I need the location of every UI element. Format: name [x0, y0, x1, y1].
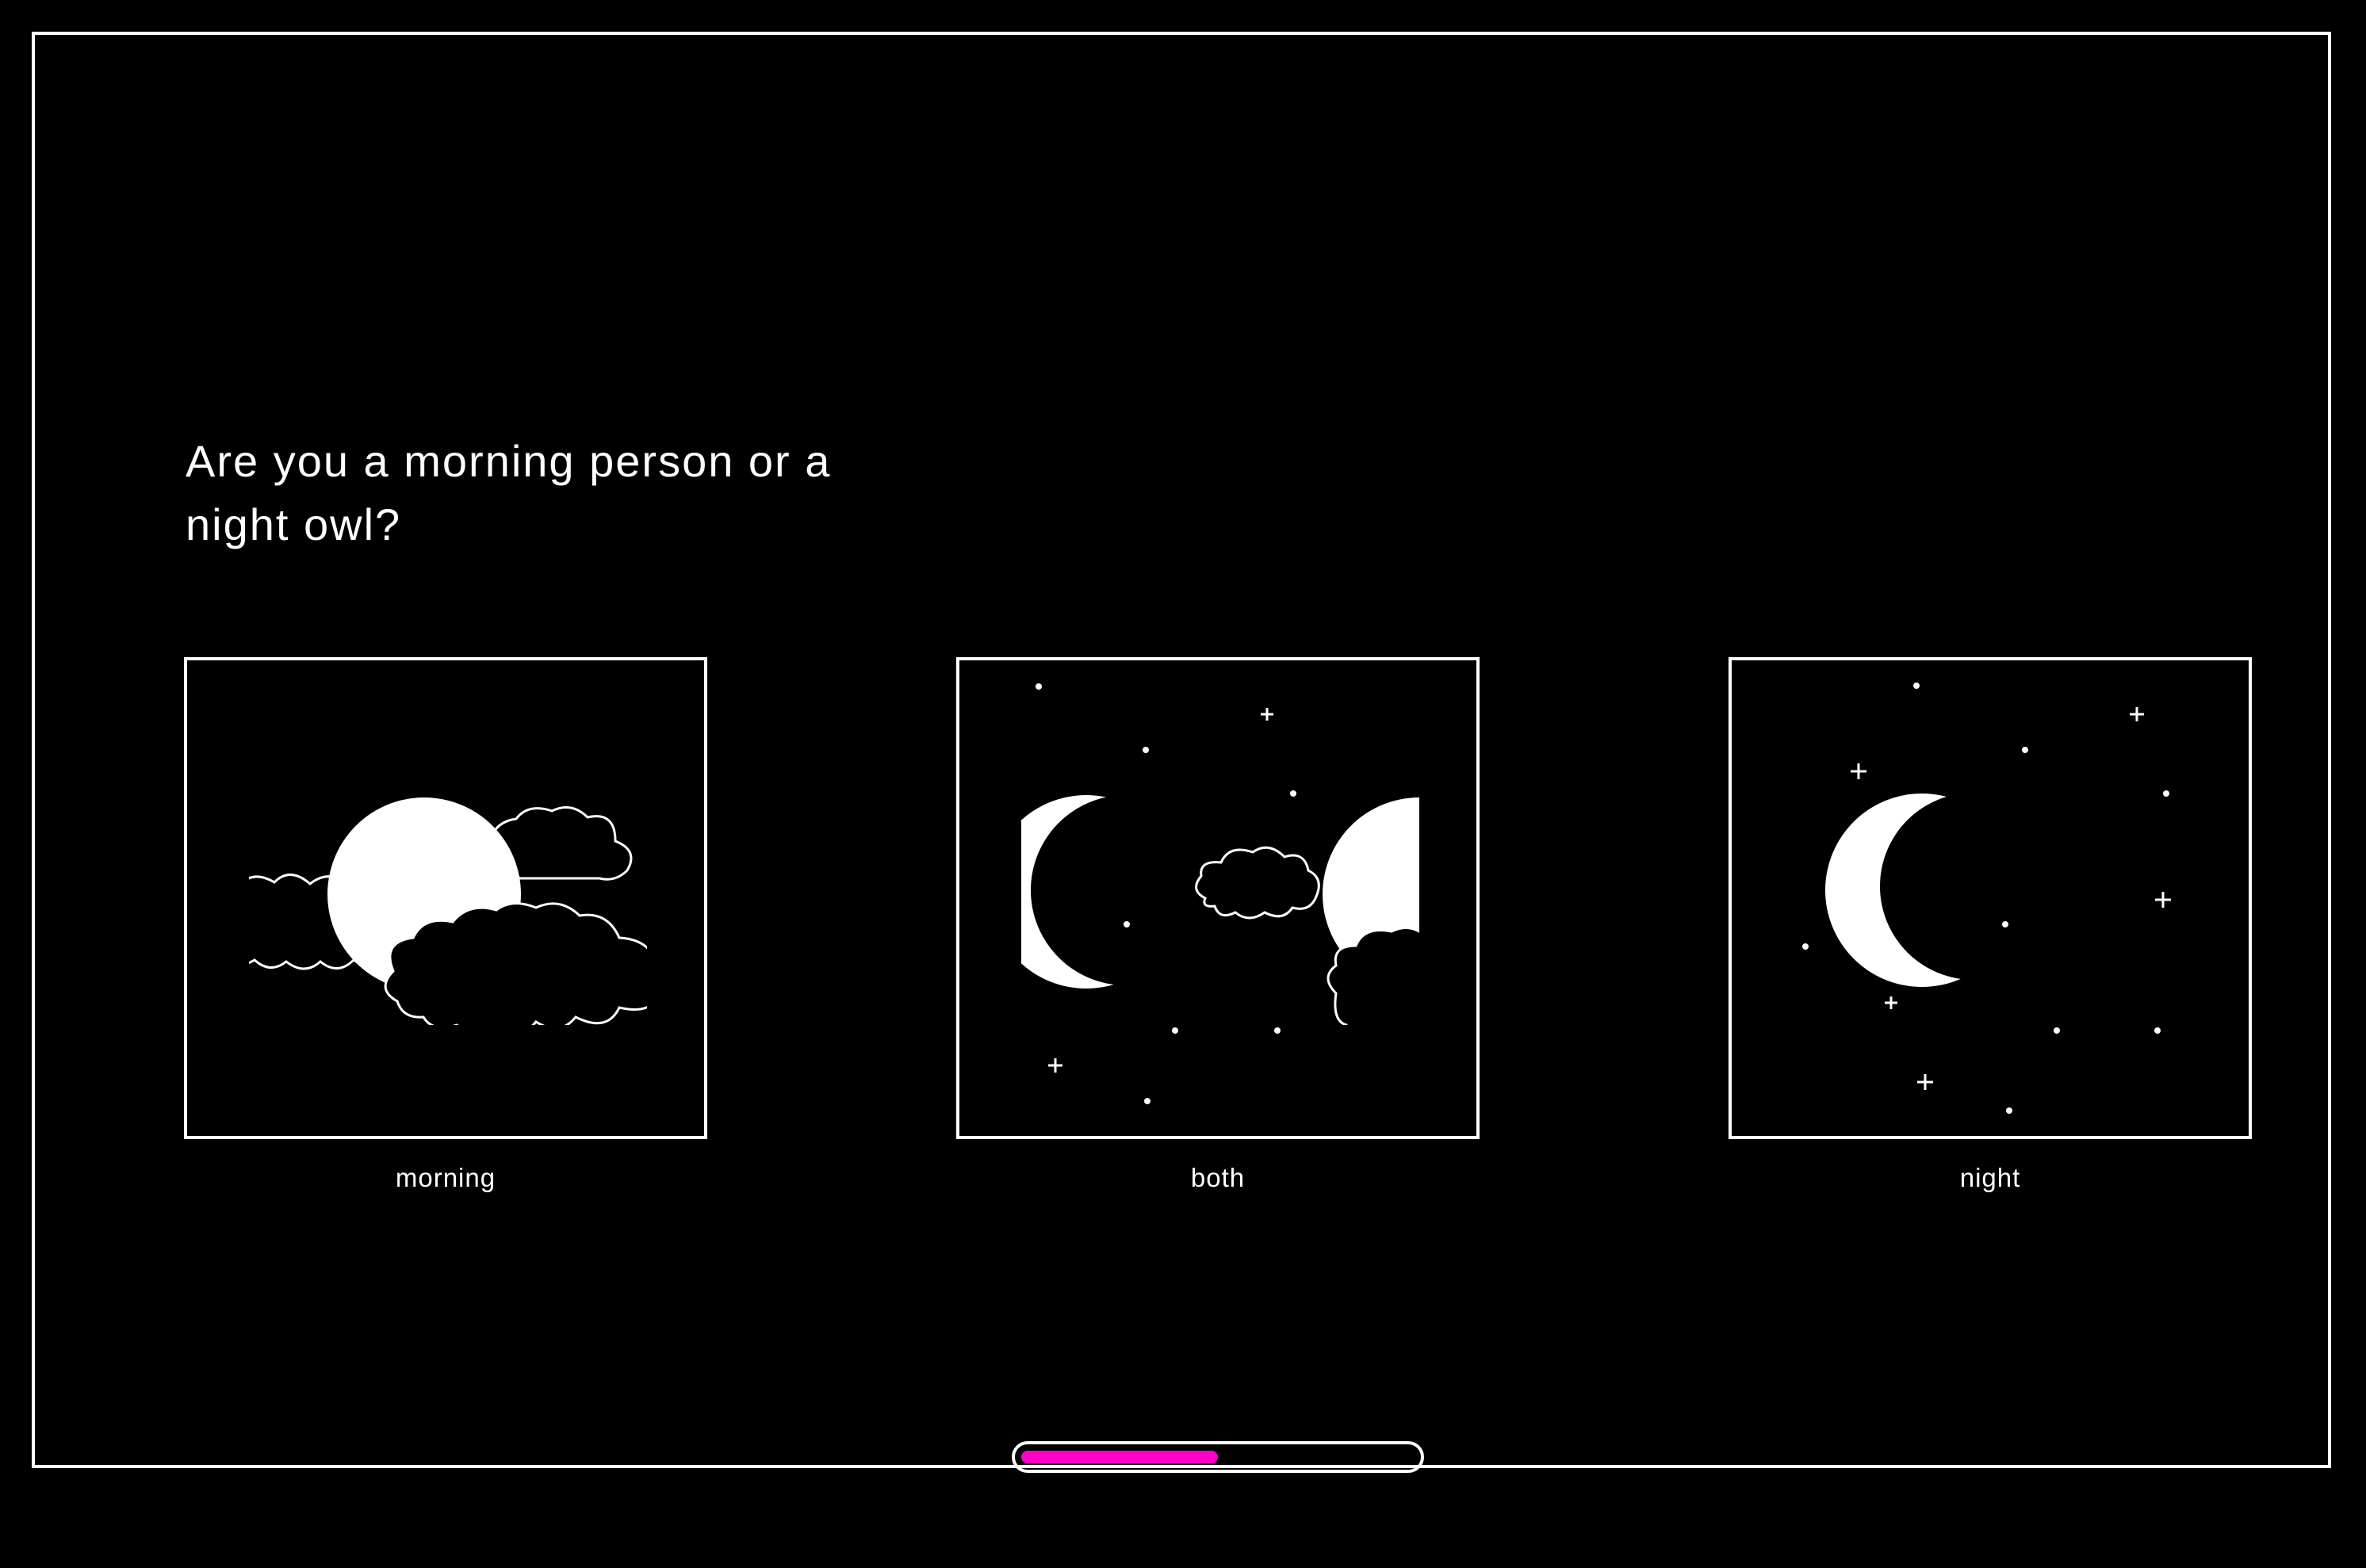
progress-bar — [1012, 1441, 1424, 1473]
option-night-card[interactable] — [1729, 657, 2252, 1139]
question-title: Are you a morning person or a night owl? — [186, 436, 832, 549]
option-night-label: night — [1959, 1163, 2021, 1192]
option-both-card[interactable] — [956, 657, 1480, 1139]
moon-and-sun-icon — [1021, 683, 1419, 1104]
option-both-label: both — [1190, 1163, 1246, 1192]
option-morning-card[interactable] — [184, 657, 707, 1139]
progress-fill — [1021, 1451, 1218, 1463]
option-night[interactable]: night — [1729, 657, 2252, 1193]
option-both[interactable]: both — [956, 657, 1480, 1193]
crescent-moon-stars-icon — [1802, 683, 2171, 1114]
option-morning-label: morning — [395, 1163, 496, 1192]
sun-with-clouds-icon — [249, 797, 647, 1025]
quiz-frame: Are you a morning person or a night owl? — [32, 32, 2331, 1473]
option-morning[interactable]: morning — [184, 657, 707, 1193]
